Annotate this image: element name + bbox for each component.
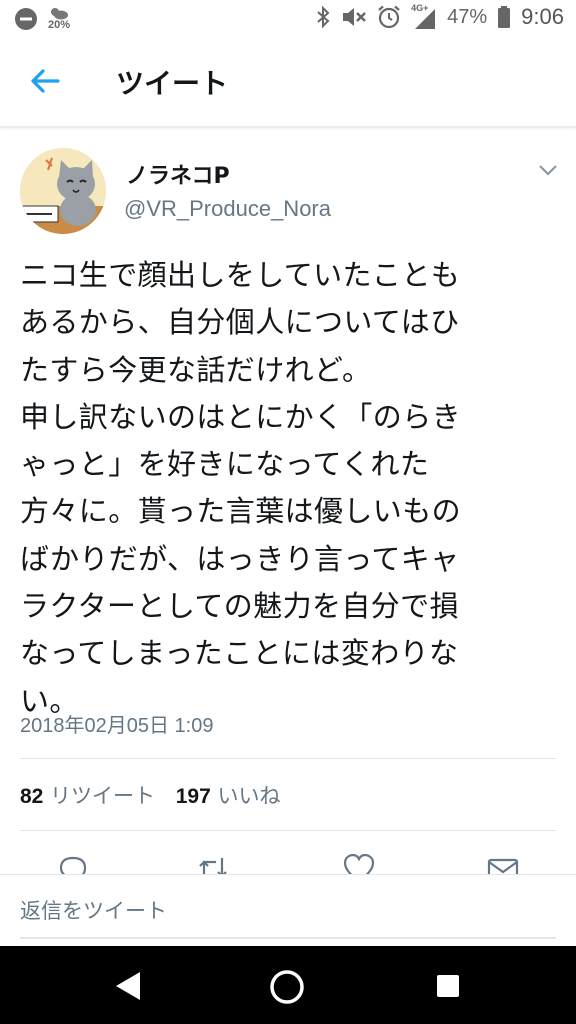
tweet-text-line: ニコ生で顔出しをしていたことも: [20, 258, 461, 292]
tweet-text-line: ラクターとしての魅力を自分で損: [20, 589, 459, 624]
like-button[interactable]: [342, 853, 376, 874]
tweet-actions: [0, 846, 576, 874]
like-icon: [343, 853, 375, 874]
nav-home-button[interactable]: [268, 968, 306, 1010]
tweet-text: ニコ生で顔出しをしていたことも あるから、自分個人についてはひ たすら今更な話だ…: [20, 252, 560, 725]
tweet-text-line: なってしまったことには変わりな: [20, 636, 459, 671]
like-label: いいね: [217, 784, 281, 808]
home-circle-icon: [270, 970, 304, 1004]
battery-percent: 47%: [447, 5, 488, 28]
page-title: ツイート: [116, 67, 229, 100]
retweet-label: リツイート: [50, 784, 156, 808]
mute-icon: [343, 8, 367, 26]
system-nav-bar: [0, 946, 576, 1024]
alarm-icon: [378, 5, 400, 29]
retweet-button[interactable]: [196, 854, 230, 874]
tweet-stats: 82 リツイート 197 いいね: [20, 780, 294, 810]
do-not-disturb-icon: [15, 7, 37, 30]
network-indicator: 4G+: [411, 3, 437, 29]
nav-recents-button[interactable]: [436, 974, 460, 1002]
share-icon: [487, 858, 519, 874]
weather-icon: [51, 8, 69, 20]
author-name[interactable]: ノラネコP: [126, 158, 230, 190]
retweet-icon: [199, 858, 227, 874]
tweet-text-line: たすら今更な話だけれど。: [20, 352, 372, 387]
avatar[interactable]: [20, 148, 106, 234]
battery-icon: [498, 6, 511, 28]
back-triangle-icon: [116, 972, 140, 1000]
back-arrow-icon: [31, 69, 60, 93]
reply-input[interactable]: 返信をツイート: [20, 895, 167, 925]
divider: [20, 758, 556, 759]
tweet-text-line: ゃっと」を好きになってくれた: [20, 447, 430, 482]
reply-composer: 返信をツイート: [0, 874, 576, 947]
retweet-stat[interactable]: 82 リツイート: [20, 780, 155, 810]
reply-button[interactable]: [56, 854, 90, 874]
chevron-down-icon: [539, 165, 557, 176]
status-bar: 20% 4G+ 47% 9:06: [0, 0, 576, 38]
like-stat[interactable]: 197 いいね: [176, 780, 281, 810]
avatar-cat-image: [20, 148, 106, 234]
bluetooth-icon: [317, 5, 330, 29]
tweet-text-line: 申し訳ないのはとにかく「のらき: [20, 399, 462, 434]
recents-square-icon: [437, 975, 459, 997]
nav-back-button[interactable]: [112, 970, 142, 1006]
tweet-text-line: 方々に。貰った言葉は優しいもの: [20, 494, 462, 529]
tweet-text-line: あるから、自分個人についてはひ: [20, 305, 460, 340]
signal-icon: [415, 9, 436, 29]
top-app-bar: ツイート: [0, 38, 576, 128]
tweet-timestamp: 2018年02月05日 1:09: [20, 715, 214, 737]
weather-percent: 20%: [48, 19, 71, 31]
reply-icon: [59, 856, 87, 874]
author-handle[interactable]: @VR_Produce_Nora: [124, 196, 331, 222]
share-button[interactable]: [486, 854, 520, 874]
clock-time: 9:06: [521, 4, 564, 29]
divider: [20, 830, 556, 831]
tweet-menu-button[interactable]: [538, 162, 558, 176]
weather-indicator: 20%: [48, 6, 70, 31]
retweet-count: 82: [20, 785, 44, 808]
tweet-text-line: ばかりだが、はっきり言ってキャ: [20, 541, 460, 576]
like-count: 197: [175, 785, 211, 808]
reply-underline: [20, 937, 556, 939]
back-button[interactable]: [28, 66, 62, 96]
